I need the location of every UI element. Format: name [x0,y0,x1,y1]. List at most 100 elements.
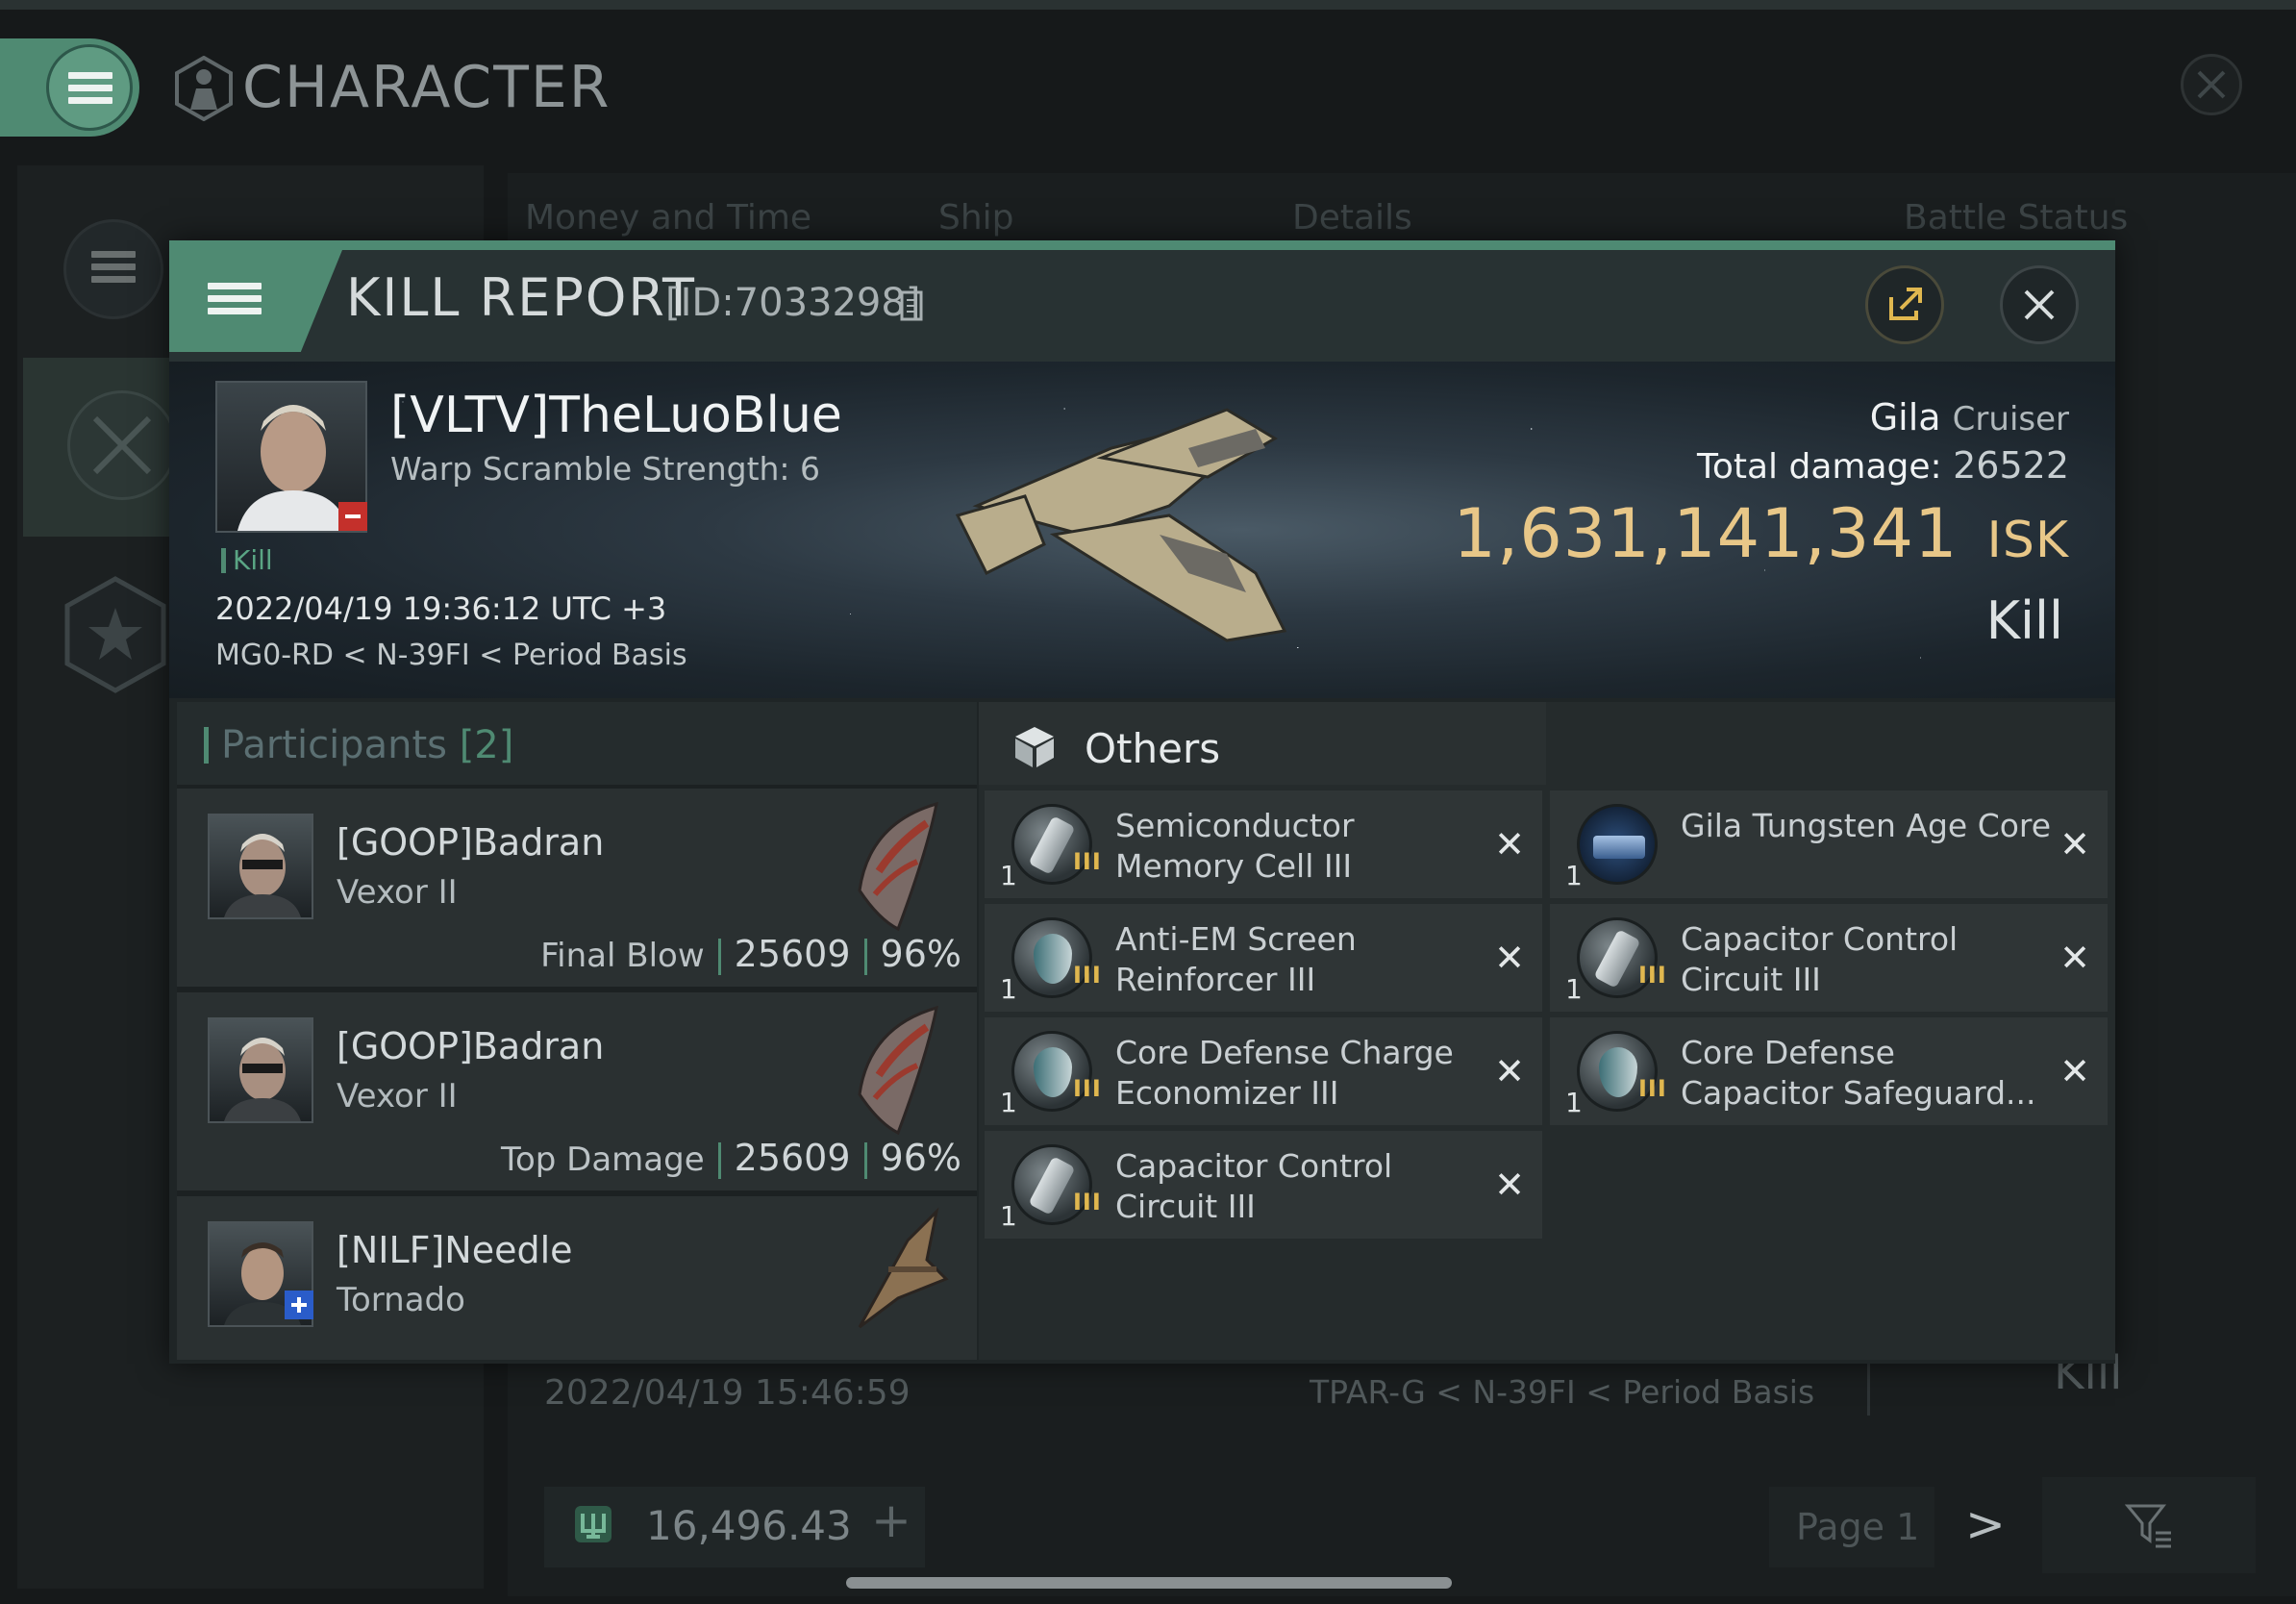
tech-tier-badge: III [1073,1075,1102,1102]
destroyed-marker-icon: ✕ [1494,1050,1525,1092]
item-name: Core Defense Charge Economizer III [1115,1034,1454,1112]
top-damage-label: Top Damage [500,1140,705,1179]
tech-tier-badge: III [1638,1075,1667,1102]
share-button[interactable] [1865,265,1944,344]
top-edge [0,0,2296,10]
tab-ship[interactable]: Ship [938,198,1014,238]
participant-portrait[interactable] [208,814,313,919]
victim-banner: [VLTV]TheLuoBlue Warp Scramble Strength:… [169,362,2115,698]
core-icon [1577,804,1658,885]
item-name: Gila Tungsten Age Core [1681,807,2052,844]
participants-header: Participants [2] [177,702,977,785]
avatar [224,1038,301,1121]
item-quantity: 1 [1565,860,1583,891]
item-quantity: 1 [1000,1087,1017,1118]
item-name: Anti-EM Screen Reinforcer III [1115,920,1357,998]
destroyed-marker-icon: ✕ [2059,937,2090,979]
cargo-box-icon [1015,727,1054,767]
tornado-ship-icon[interactable] [840,1202,956,1346]
warp-scramble-strength: Warp Scramble Strength: 6 [390,450,821,488]
page-title: CHARACTER [242,54,611,121]
isk-loss: 1,631,141,341 ISK [1453,494,2069,573]
kill-tag-marker [221,548,226,573]
kill-id: [ID:7033298] [665,281,921,325]
kill-tag: Kill [233,544,273,576]
participant-ship: Tornado [337,1281,465,1319]
item-quantity: 1 [1000,973,1017,1005]
sidebar-item-medals[interactable] [62,575,169,694]
outcome-label: Kill [1985,590,2063,651]
list-icon [91,251,136,284]
item-row[interactable]: III 1 Semiconductor Memory Cell III ✕ [985,790,1542,898]
standing-plus-badge [285,1291,313,1319]
participant-percent: 96% [880,933,961,975]
tab-money-and-time[interactable]: Money and Time [525,198,811,238]
destroyed-marker-icon: ✕ [1494,937,1525,979]
participants-title: Participants [2] [221,723,514,767]
main-menu-button[interactable] [0,38,139,137]
participant-ship: Vexor II [337,873,458,912]
close-icon [2197,70,2226,99]
tech-tier-badge: III [1073,1189,1102,1216]
item-row[interactable]: III 1 Anti-EM Screen Reinforcer III ✕ [985,904,1542,1012]
participant-name[interactable]: [GOOP]Badran [337,821,604,864]
participant-damage: 25609 [734,1137,851,1179]
vexor-ship-icon[interactable] [840,998,956,1142]
destroyed-marker-icon: ✕ [2059,1050,2090,1092]
tab-details[interactable]: Details [1292,198,1412,238]
participant-portrait[interactable] [208,1017,313,1123]
page-label: Page 1 [1796,1506,1920,1548]
item-name: Core Defense Capacitor Safeguard... [1681,1034,2036,1112]
victim-ship-render[interactable] [938,390,1342,669]
tech-tier-badge: III [1073,848,1102,875]
item-name: Capacitor Control Circuit III [1681,920,1959,998]
participants-panel: Participants [2] [GOOP]Badran Vexor II F… [177,702,977,1360]
ship-type: Gila [1869,396,1941,439]
tech-tier-badge: III [1073,962,1102,989]
item-name: Semiconductor Memory Cell III [1115,807,1355,885]
hamburger-icon [68,72,112,105]
close-window-button[interactable] [2181,54,2242,115]
item-row[interactable]: III 1 Core Defense Capacitor Safeguard..… [1550,1017,2108,1125]
total-damage-label: Total damage: [1696,447,1942,487]
participant-name[interactable]: [GOOP]Badran [337,1025,604,1067]
kill-location[interactable]: MG0-RD < N-39FI < Period Basis [215,639,687,672]
participant-row[interactable]: [NILF]Needle Tornado [177,1196,977,1360]
share-icon [1889,288,1922,320]
victim-ship-name[interactable]: Gila Cruiser [1870,396,2069,439]
sidebar-item-list[interactable] [63,219,163,319]
add-funds-button[interactable]: + [871,1492,911,1548]
standing-badge [338,502,367,531]
participant-row[interactable]: [GOOP]Badran Vexor II Final Blow 25609 96% [177,789,977,987]
hamburger-icon [208,283,262,315]
dialog-title: KILL REPORT [346,267,696,328]
participant-stats: Final Blow 25609 96% [540,933,961,975]
item-row[interactable]: III 1 Core Defense Charge Economizer III… [985,1017,1542,1125]
victim-name[interactable]: [VLTV]TheLuoBlue [390,387,842,444]
vexor-ship-icon[interactable] [840,794,956,939]
kill-datetime: 2022/04/19 19:36:12 UTC +3 [215,590,667,627]
tab-battle-status[interactable]: Battle Status [1904,198,2128,238]
isk-unit: ISK [1986,512,2069,569]
participant-damage: 25609 [734,933,851,975]
copy-icon[interactable] [900,287,927,321]
total-damage-value: 26522 [1953,444,2069,487]
item-row[interactable]: 1 Gila Tungsten Age Core ✕ [1550,790,2108,898]
item-row[interactable]: III 1 Capacitor Control Circuit III ✕ [985,1131,1542,1239]
item-quantity: 1 [1000,860,1017,891]
tech-tier-badge: III [1638,962,1667,989]
avatar [224,834,301,917]
close-dialog-button[interactable] [2000,265,2079,344]
participant-row[interactable]: [GOOP]Badran Vexor II Top Damage 25609 96% [177,992,977,1190]
others-header: Others [979,702,1546,785]
next-page-button[interactable]: > [1965,1496,2006,1552]
total-damage: Total damage: 26522 [1697,444,2069,487]
item-name: Capacitor Control Circuit III [1115,1147,1393,1225]
item-row[interactable]: III 1 Capacitor Control Circuit III ✕ [1550,904,2108,1012]
items-panel: Others III 1 Semiconductor Memory Cell I… [979,702,2115,1360]
wallet-icon [575,1506,611,1542]
sidebar-item-combat[interactable] [23,358,187,537]
character-logo-icon [175,56,233,121]
participant-name[interactable]: [NILF]Needle [337,1229,573,1271]
item-quantity: 1 [1565,1087,1583,1118]
